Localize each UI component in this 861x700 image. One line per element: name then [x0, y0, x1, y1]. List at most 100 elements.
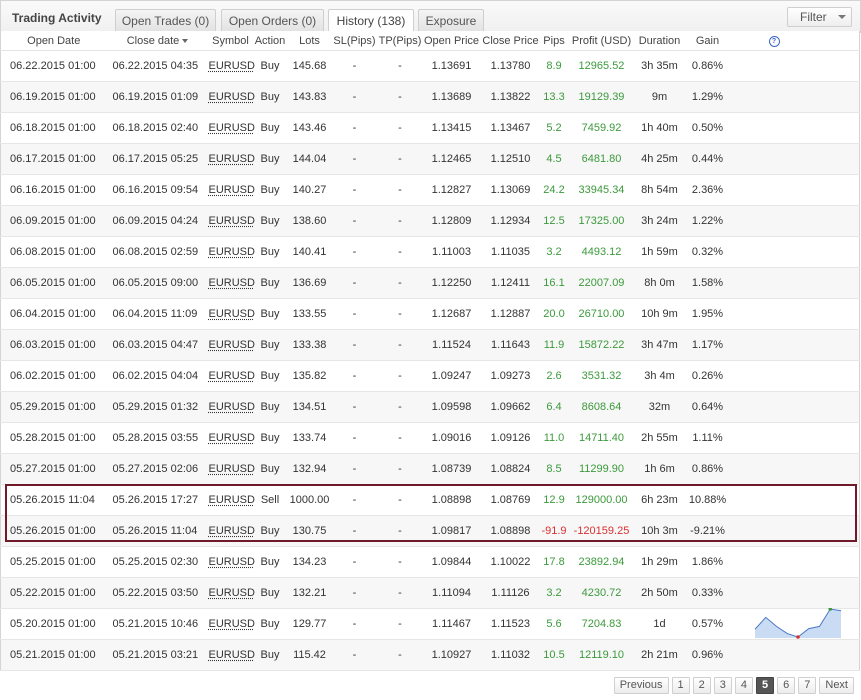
col-profit[interactable]: Profit (USD) — [567, 31, 636, 51]
symbol-cell: EURUSD — [208, 112, 255, 144]
page-button-6[interactable]: 6 — [777, 677, 796, 694]
table-row[interactable]: 05.22.2015 01:00 05.22.2015 03:50 EURUSD Bu… — [0, 577, 860, 609]
trade-history-table: Open Date Close date Symbol Action Lots … — [0, 31, 860, 671]
col-symbol[interactable]: Symbol — [208, 31, 253, 51]
symbol-link[interactable]: EURUSD — [209, 339, 255, 351]
table-row[interactable]: 06.22.2015 01:00 06.22.2015 04:35 EURUSD Bu… — [0, 50, 860, 82]
symbol-link[interactable]: EURUSD — [209, 494, 255, 506]
row-spacer — [731, 391, 860, 423]
page-button-5[interactable]: 5 — [756, 677, 775, 694]
col-lots[interactable]: Lots — [287, 31, 332, 51]
symbol-link[interactable]: EURUSD — [209, 60, 255, 72]
table-row[interactable]: 06.09.2015 01:00 06.09.2015 04:24 EURUSD Bu… — [0, 205, 860, 237]
action-cell: Buy — [252, 205, 288, 237]
tab-open-trades[interactable]: Open Trades (0) — [115, 9, 216, 32]
open-price-cell: 1.12809 — [422, 205, 481, 237]
page-button-3[interactable]: 3 — [713, 677, 732, 694]
table-row[interactable]: 06.02.2015 01:00 06.02.2015 04:04 EURUSD Bu… — [0, 360, 860, 392]
symbol-link[interactable]: EURUSD — [209, 184, 255, 196]
col-gain[interactable]: Gain — [683, 31, 732, 51]
symbol-link[interactable]: EURUSD — [209, 618, 255, 630]
open-date-cell: 06.03.2015 01:00 — [0, 329, 107, 361]
previous-page-button[interactable]: Previous — [613, 677, 669, 694]
pips-cell: 13.3 — [540, 81, 568, 113]
symbol-link[interactable]: EURUSD — [209, 432, 255, 444]
col-open-price[interactable]: Open Price — [422, 31, 481, 51]
symbol-link[interactable]: EURUSD — [209, 91, 255, 103]
action-cell: Buy — [252, 577, 288, 609]
col-action[interactable]: Action — [252, 31, 288, 51]
action-cell: Buy — [252, 422, 288, 454]
open-price-cell: 1.11524 — [422, 329, 481, 361]
table-row[interactable]: 06.16.2015 01:00 06.16.2015 09:54 EURUSD Bu… — [0, 174, 860, 206]
table-row[interactable]: 05.26.2015 01:00 05.26.2015 11:04 EURUSD Bu… — [0, 515, 860, 547]
symbol-link[interactable]: EURUSD — [209, 308, 255, 320]
pips-cell: 8.9 — [540, 50, 568, 82]
tab-history[interactable]: History (138) — [328, 9, 414, 33]
close-price-cell: 1.12411 — [480, 267, 541, 299]
close-date-cell: 05.28.2015 03:55 — [106, 422, 209, 454]
col-close-date[interactable]: Close date — [106, 31, 209, 51]
symbol-cell: EURUSD — [208, 236, 255, 268]
table-row[interactable]: 05.21.2015 01:00 05.21.2015 03:21 EURUSD Bu… — [0, 639, 860, 671]
table-row[interactable]: 05.26.2015 11:04 05.26.2015 17:27 EURUSD Se… — [0, 484, 860, 516]
symbol-link[interactable]: EURUSD — [209, 649, 255, 661]
symbol-link[interactable]: EURUSD — [209, 153, 255, 165]
table-row[interactable]: 06.18.2015 01:00 06.18.2015 02:40 EURUSD Bu… — [0, 112, 860, 144]
table-row[interactable]: 05.25.2015 01:00 05.25.2015 02:30 EURUSD Bu… — [0, 546, 860, 578]
pips-cell: 2.6 — [540, 360, 568, 392]
symbol-link[interactable]: EURUSD — [209, 215, 255, 227]
table-row[interactable]: 06.19.2015 01:00 06.19.2015 01:09 EURUSD Bu… — [0, 81, 860, 113]
symbol-link[interactable]: EURUSD — [209, 246, 255, 258]
symbol-link[interactable]: EURUSD — [209, 525, 255, 537]
row-spacer — [731, 329, 860, 361]
col-tp-pips[interactable]: TP(Pips) — [377, 31, 423, 51]
col-pips[interactable]: Pips — [540, 31, 568, 51]
open-price-cell: 1.11094 — [422, 577, 481, 609]
col-duration[interactable]: Duration — [635, 31, 684, 51]
symbol-link[interactable]: EURUSD — [209, 463, 255, 475]
tab-exposure[interactable]: Exposure — [418, 9, 484, 32]
filter-dropdown[interactable]: Filter — [787, 7, 852, 27]
symbol-link[interactable]: EURUSD — [209, 370, 255, 382]
help-icon[interactable]: ? — [768, 36, 780, 47]
gain-cell: 0.96% — [683, 639, 732, 671]
next-page-button[interactable]: Next — [819, 677, 854, 694]
symbol-link[interactable]: EURUSD — [209, 122, 255, 134]
symbol-link[interactable]: EURUSD — [209, 277, 255, 289]
symbol-cell: EURUSD — [208, 205, 255, 237]
row-spacer — [731, 267, 860, 299]
tp-pips-cell: - — [377, 422, 423, 454]
gain-cell: 0.33% — [683, 577, 732, 609]
symbol-link[interactable]: EURUSD — [209, 401, 255, 413]
table-row[interactable]: 06.03.2015 01:00 06.03.2015 04:47 EURUSD Bu… — [0, 329, 860, 361]
table-row[interactable]: 06.08.2015 01:00 06.08.2015 02:59 EURUSD Bu… — [0, 236, 860, 268]
symbol-link[interactable]: EURUSD — [209, 587, 255, 599]
duration-cell: 3h 47m — [635, 329, 684, 361]
page-button-1[interactable]: 1 — [671, 677, 690, 694]
page-button-7[interactable]: 7 — [798, 677, 817, 694]
action-cell: Buy — [252, 546, 288, 578]
action-cell: Buy — [252, 608, 288, 640]
open-date-cell: 05.27.2015 01:00 — [0, 453, 107, 485]
col-open-date[interactable]: Open Date — [0, 31, 107, 51]
gain-cell: -9.21% — [683, 515, 732, 547]
table-row[interactable]: 05.28.2015 01:00 05.28.2015 03:55 EURUSD Bu… — [0, 422, 860, 454]
row-spacer — [731, 50, 860, 82]
table-row[interactable]: 05.27.2015 01:00 05.27.2015 02:06 EURUSD Bu… — [0, 453, 860, 485]
table-row[interactable]: 06.17.2015 01:00 06.17.2015 05:25 EURUSD Bu… — [0, 143, 860, 175]
table-row[interactable]: 05.29.2015 01:00 05.29.2015 01:32 EURUSD Bu… — [0, 391, 860, 423]
tab-open-orders[interactable]: Open Orders (0) — [221, 9, 324, 32]
symbol-link[interactable]: EURUSD — [209, 556, 255, 568]
table-row[interactable]: 06.04.2015 01:00 06.04.2015 11:09 EURUSD Bu… — [0, 298, 860, 330]
symbol-cell: EURUSD — [208, 360, 255, 392]
sl-pips-cell: - — [331, 484, 378, 516]
col-sl-pips[interactable]: SL(Pips) — [331, 31, 378, 51]
col-close-price[interactable]: Close Price — [480, 31, 541, 51]
table-row[interactable]: 06.05.2015 01:00 06.05.2015 09:00 EURUSD Bu… — [0, 267, 860, 299]
page-button-2[interactable]: 2 — [692, 677, 711, 694]
table-row[interactable]: 05.20.2015 01:00 05.21.2015 10:46 EURUSD Bu… — [0, 608, 860, 640]
page-button-4[interactable]: 4 — [734, 677, 753, 694]
gain-cell: 0.44% — [683, 143, 732, 175]
close-date-cell: 06.19.2015 01:09 — [106, 81, 209, 113]
